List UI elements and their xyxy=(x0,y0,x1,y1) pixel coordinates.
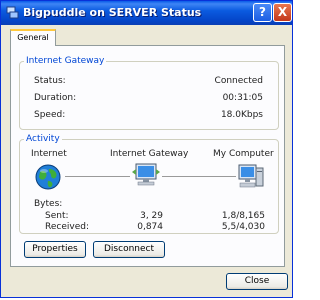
status-value: Connected xyxy=(214,76,263,86)
properties-button[interactable]: Properties xyxy=(24,241,86,258)
close-button[interactable]: Close xyxy=(226,273,288,290)
sent-label: Sent: xyxy=(45,211,69,221)
globe-icon xyxy=(35,164,61,190)
gateway-computer-icon xyxy=(132,163,160,186)
bytes-label: Bytes: xyxy=(34,199,63,209)
internet-label: Internet xyxy=(31,149,67,159)
title-bar[interactable]: Bigpuddle on SERVER Status ? X xyxy=(1,1,292,25)
my-computer-label: My Computer xyxy=(213,149,274,159)
gateway-sent-value: 3, 29 xyxy=(140,211,163,221)
close-window-button[interactable]: X xyxy=(273,3,292,22)
help-button[interactable]: ? xyxy=(253,3,272,22)
status-label: Status: xyxy=(34,76,66,86)
speed-label: Speed: xyxy=(34,110,66,120)
window-title: Bigpuddle on SERVER Status xyxy=(23,6,202,19)
internet-gateway-legend: Internet Gateway xyxy=(26,56,105,66)
connection-line-right xyxy=(162,176,236,177)
network-connection-icon xyxy=(6,6,19,19)
speed-value: 18.0Kbps xyxy=(220,110,263,120)
duration-label: Duration: xyxy=(34,93,77,103)
disconnect-button[interactable]: Disconnect xyxy=(93,241,165,258)
connection-line-left xyxy=(65,176,130,177)
status-dialog: Bigpuddle on SERVER Status ? X General I… xyxy=(0,0,293,298)
internet-gateway-label: Internet Gateway xyxy=(110,149,189,159)
duration-value: 00:31:05 xyxy=(222,93,263,103)
received-label: Received: xyxy=(45,222,89,232)
my-computer-icon xyxy=(238,164,264,188)
activity-legend: Activity xyxy=(26,134,60,144)
gateway-received-value: 0,874 xyxy=(137,222,163,232)
tab-general[interactable]: General xyxy=(10,29,56,46)
computer-received-value: 5,5/4,030 xyxy=(221,222,265,232)
computer-sent-value: 1,8/8,165 xyxy=(221,211,265,221)
